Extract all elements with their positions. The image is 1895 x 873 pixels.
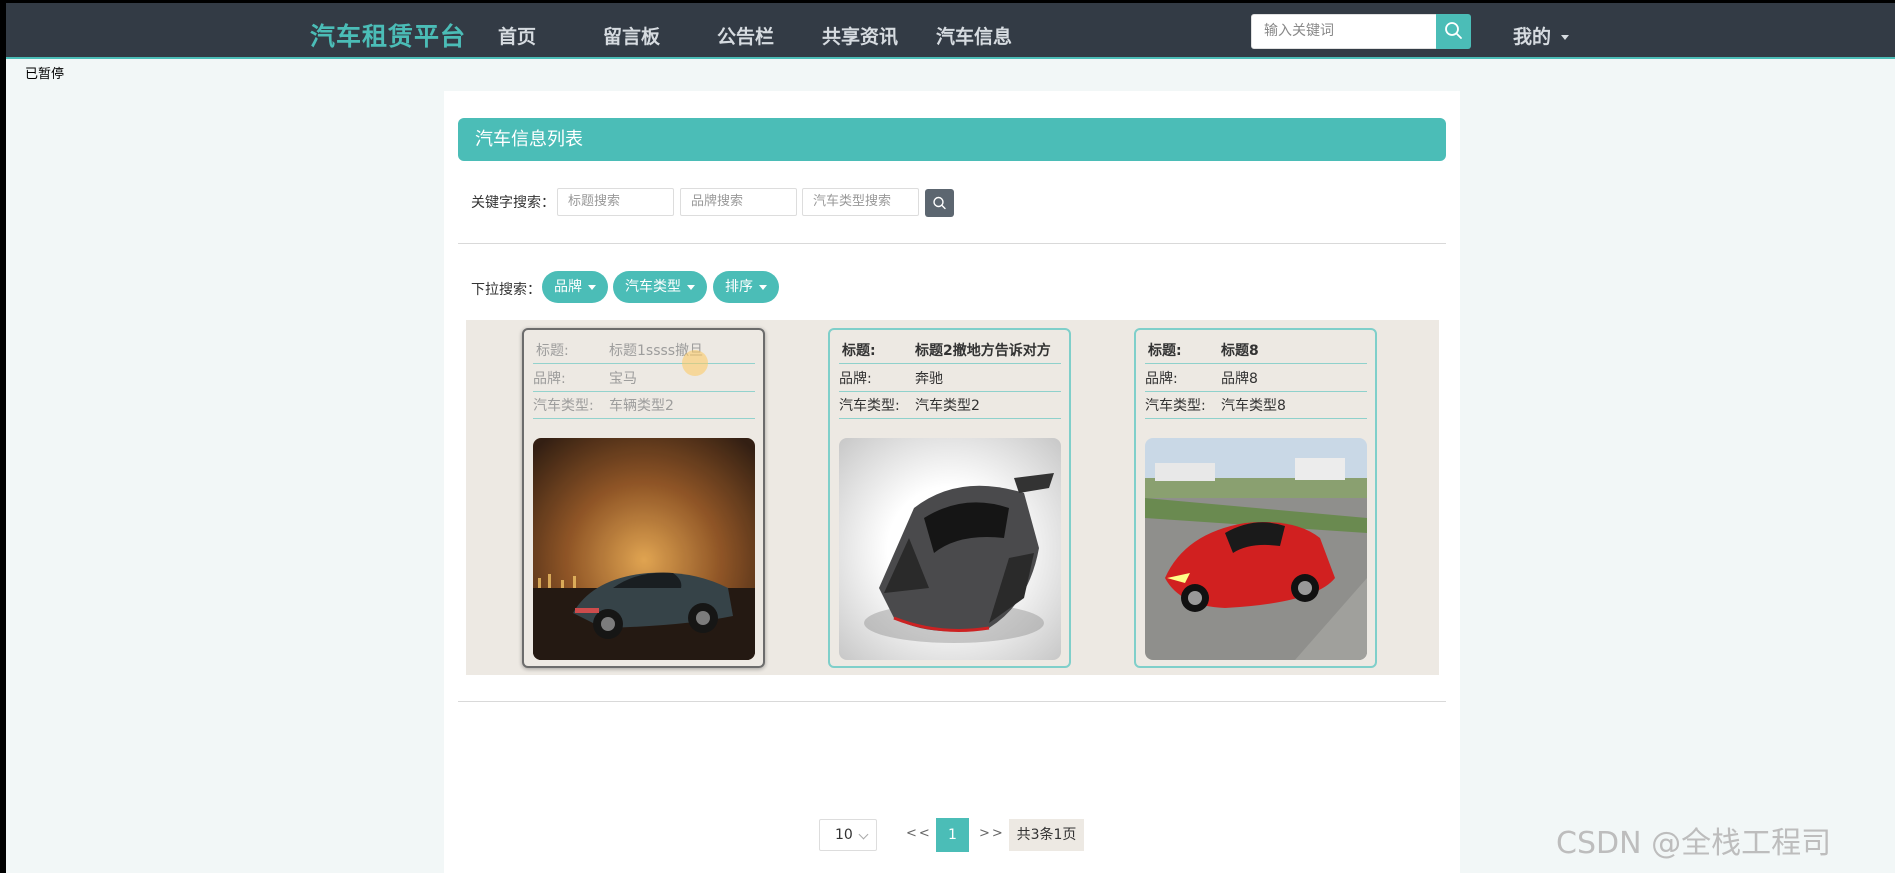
mouse-cursor [682,350,708,376]
card-type-row: 汽车类型: 车辆类型2 [533,393,755,419]
chevron-down-icon [759,284,767,290]
card-type-value: 车辆类型2 [609,398,674,414]
pager-total: 共3条1页 [1009,819,1084,851]
sort-dropdown-label: 排序 [725,279,753,295]
user-menu-label: 我的 [1513,26,1552,48]
card-type-value: 汽车类型2 [915,398,980,414]
car-card[interactable]: 标题: 标题1ssss撤旦 品牌: 宝马 汽车类型: 车辆类型2 [522,328,765,668]
car-photo-nissan [533,438,755,660]
car-card[interactable]: 标题: 标题2撤地方告诉对方 品牌: 奔驰 汽车类型: 汽车类型2 [828,328,1071,668]
user-menu[interactable]: 我的 [1513,22,1570,49]
brand-search-input[interactable]: 品牌搜索 [680,188,797,216]
paused-status: 已暂停 [25,67,65,82]
card-brand-value: 宝马 [609,371,637,387]
card-brand-row: 品牌: 品牌8 [1145,366,1367,392]
dropdown-search-label: 下拉搜索： [471,282,541,298]
divider [458,701,1446,702]
next-page-button[interactable]: >> [979,826,1005,841]
card-brand-key: 品牌: [839,371,872,387]
prev-page-button[interactable]: << [906,826,932,841]
brand-dropdown-label: 品牌 [554,279,582,295]
card-brand-value: 奔驰 [915,371,943,387]
brand-dropdown[interactable]: 品牌 [542,271,608,303]
car-photo-ferrari [1145,438,1367,660]
nav-notice-board[interactable]: 公告栏 [717,22,774,49]
card-title-row: 标题: 标题8 [1145,338,1367,364]
page-size-value: 10 [835,827,853,843]
card-title-row: 标题: 标题2撤地方告诉对方 [839,338,1061,364]
card-type-row: 汽车类型: 汽车类型8 [1145,393,1367,419]
car-cards-area: 标题: 标题1ssss撤旦 品牌: 宝马 汽车类型: 车辆类型2 标题: 标题2… [466,320,1439,675]
card-brand-row: 品牌: 宝马 [533,366,755,392]
car-card[interactable]: 标题: 标题8 品牌: 品牌8 汽车类型: 汽车类型8 [1134,328,1377,668]
card-brand-key: 品牌: [1145,371,1178,387]
chevron-down-icon [687,284,695,290]
current-page-button[interactable]: 1 [936,818,969,852]
car-image[interactable] [839,438,1061,660]
nav-search-input[interactable]: 输入关键词 [1251,14,1437,49]
card-title-key: 标题: [842,343,876,359]
top-navbar: 汽车租赁平台 首页 留言板 公告栏 共享资讯 汽车信息 输入关键词 我的 [6,3,1895,59]
screen-edge-left [0,0,6,873]
car-photo-lamborghini [839,438,1061,660]
keyword-search-label: 关键字搜索： [471,195,555,211]
car-type-dropdown[interactable]: 汽车类型 [613,271,707,303]
card-title-row: 标题: 标题1ssss撤旦 [533,338,755,364]
card-brand-key: 品牌: [533,371,566,387]
card-type-value: 汽车类型8 [1221,398,1286,414]
page-size-select[interactable]: 10 [819,819,877,851]
chevron-down-icon [858,829,869,840]
card-title-value: 标题8 [1221,343,1259,359]
card-brand-value: 品牌8 [1221,371,1258,387]
card-title-value: 标题2撤地方告诉对方 [915,343,1051,359]
search-icon [1445,22,1462,39]
keyword-search-button[interactable] [925,189,954,217]
car-type-dropdown-label: 汽车类型 [625,279,681,295]
title-search-input[interactable]: 标题搜索 [557,188,674,216]
chevron-down-icon [588,284,596,290]
nav-message-board[interactable]: 留言板 [603,22,660,49]
car-image[interactable] [1145,438,1367,660]
card-type-key: 汽车类型: [839,398,900,414]
card-title-key: 标题: [1148,343,1182,359]
chevron-down-icon [1561,35,1570,40]
nav-search-button[interactable] [1436,14,1471,49]
sort-dropdown[interactable]: 排序 [713,271,779,303]
card-title-key: 标题: [536,343,569,359]
card-brand-row: 品牌: 奔驰 [839,366,1061,392]
car-type-search-input[interactable]: 汽车类型搜索 [802,188,919,216]
card-type-key: 汽车类型: [533,398,594,414]
car-image[interactable] [533,438,755,660]
brand-logo[interactable]: 汽车租赁平台 [310,17,466,53]
panel-title: 汽车信息列表 [458,118,1446,161]
divider [458,243,1446,244]
nav-car-info[interactable]: 汽车信息 [936,22,1012,49]
card-type-key: 汽车类型: [1145,398,1206,414]
nav-shared-news[interactable]: 共享资讯 [822,22,898,49]
watermark: CSDN @全栈工程司 [1556,826,1832,861]
nav-home[interactable]: 首页 [498,22,536,49]
search-icon [933,196,946,210]
car-list-panel: 汽车信息列表 关键字搜索： 标题搜索 品牌搜索 汽车类型搜索 下拉搜索： 品牌 … [444,91,1460,873]
card-type-row: 汽车类型: 汽车类型2 [839,393,1061,419]
